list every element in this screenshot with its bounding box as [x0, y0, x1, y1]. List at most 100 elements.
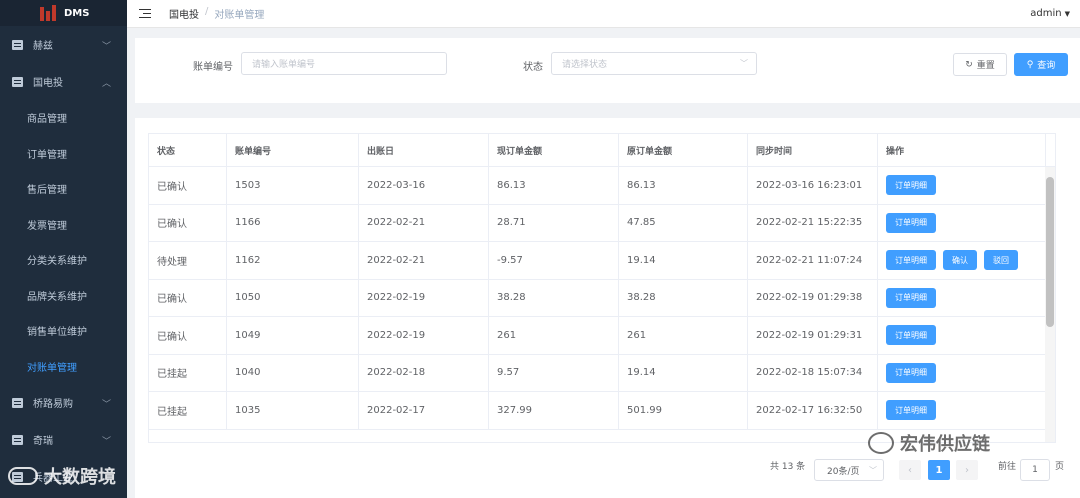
confirm-button[interactable]: 确认	[943, 250, 977, 271]
scrollbar-thumb[interactable]	[1046, 177, 1054, 327]
table-row: 已挂起 1035 2022-02-17 327.99 501.99 2022-02-17 …	[149, 392, 1055, 430]
chevron-right-icon: ›	[965, 464, 969, 476]
bill-no-input[interactable]: 请输入账单编号	[241, 52, 447, 75]
sidebar-group-qiaolu[interactable]: 桥路易购 ﹀	[0, 384, 127, 421]
actions-cell: 订单明细	[878, 392, 1046, 429]
sync-time-cell: 2022-02-18 15:07:34	[748, 354, 878, 391]
document-icon	[12, 397, 23, 408]
bill-no-cell: 1162	[227, 242, 359, 279]
brand-mark-icon	[8, 467, 38, 485]
sidebar-group-chery[interactable]: 奇瑞 ﹀	[0, 421, 127, 458]
sidebar-item-after-sales[interactable]: 售后管理	[0, 171, 127, 207]
menu-toggle-icon[interactable]	[139, 8, 151, 19]
app-logo[interactable]: DMS	[0, 0, 127, 26]
sidebar-item-products[interactable]: 商品管理	[0, 100, 127, 136]
sidebar-item-sales-units[interactable]: 销售单位维护	[0, 313, 127, 349]
status-cell: 已确认	[149, 279, 227, 316]
bill-no-placeholder: 请输入账单编号	[252, 60, 316, 70]
status-cell: 已挂起	[149, 354, 227, 391]
actions-cell: 订单明细 确认 驳回	[878, 242, 1046, 279]
breadcrumb: 国电投 / 对账单管理	[169, 6, 264, 21]
sidebar-item-orders[interactable]: 订单管理	[0, 136, 127, 172]
next-page-button[interactable]: ›	[956, 460, 978, 480]
chevron-up-icon: ︿	[101, 79, 111, 89]
table-row: 已确认 1050 2022-02-19 38.28 38.28 2022-02-19 01…	[149, 279, 1055, 317]
table-row: 待处理 1162 2022-02-21 -9.57 19.14 2022-02-21 11…	[149, 242, 1055, 280]
sync-time-cell: 2022-02-19 01:29:38	[748, 279, 878, 316]
page-number-1[interactable]: 1	[928, 460, 950, 480]
column-header: 操作	[878, 134, 1046, 166]
column-header: 现订单金额	[489, 134, 619, 166]
refresh-icon: ↻	[965, 59, 973, 70]
order-detail-button[interactable]: 订单明细	[886, 325, 936, 346]
sidebar-item-invoices[interactable]: 发票管理	[0, 207, 127, 243]
order-detail-button[interactable]: 订单明细	[886, 400, 936, 421]
current-amount-cell: 86.13	[489, 167, 619, 204]
chevron-down-icon: ﹀	[101, 400, 111, 410]
sidebar-group-hertz[interactable]: 赫兹 ﹀	[0, 26, 127, 63]
bill-date-cell: 2022-02-21	[359, 242, 489, 279]
actions-cell: 订单明细	[878, 167, 1046, 204]
sidebar-item-category-relations[interactable]: 分类关系维护	[0, 242, 127, 278]
column-header: 出账日	[359, 134, 489, 166]
table-scrollbar[interactable]	[1045, 167, 1055, 442]
goto-page-input[interactable]: 1	[1020, 459, 1050, 481]
document-icon	[12, 39, 23, 50]
query-label: 查询	[1037, 61, 1056, 71]
caret-down-icon: ▼	[1064, 10, 1070, 18]
page-size-value: 20条/页	[827, 466, 860, 477]
sidebar-group-label: 赫兹	[33, 41, 53, 52]
query-button[interactable]: ⚲ 查询	[1014, 53, 1068, 76]
sync-time-cell: 2022-02-21 11:07:24	[748, 242, 878, 279]
sidebar-item-statements[interactable]: 对账单管理	[0, 349, 127, 385]
page-size-select[interactable]: 20条/页 ﹀	[814, 459, 884, 481]
bill-no-label: 账单编号	[193, 62, 233, 73]
breadcrumb-root[interactable]: 国电投	[169, 6, 199, 21]
bill-no-cell: 1049	[227, 317, 359, 354]
bill-date-cell: 2022-02-18	[359, 354, 489, 391]
sync-time-cell: 2022-03-16 16:23:01	[748, 167, 878, 204]
table-row: 已确认 1049 2022-02-19 261 261 2022-02-19 01:29:…	[149, 317, 1055, 355]
actions-cell: 订单明细	[878, 204, 1046, 241]
top-header: 国电投 / 对账单管理 admin ▼	[127, 0, 1080, 28]
sync-time-cell: 2022-02-19 01:29:31	[748, 317, 878, 354]
statement-table: 状态 账单编号 出账日 现订单金额 原订单金额 同步时间 操作 已确认 1503 2022-03-…	[148, 133, 1056, 443]
bill-date-cell: 2022-02-21	[359, 204, 489, 241]
bill-date-cell: 2022-02-19	[359, 279, 489, 316]
original-amount-cell: 86.13	[619, 167, 748, 204]
sidebar-group-spic[interactable]: 国电投 ︿	[0, 63, 127, 100]
current-amount-cell: -9.57	[489, 242, 619, 279]
user-menu[interactable]: admin ▼	[1030, 8, 1070, 19]
order-detail-button[interactable]: 订单明细	[886, 250, 936, 271]
table-header-row: 状态 账单编号 出账日 现订单金额 原订单金额 同步时间 操作	[149, 134, 1055, 167]
original-amount-cell: 261	[619, 317, 748, 354]
table-row: 已挂起 1040 2022-02-18 9.57 19.14 2022-02-18 15:…	[149, 354, 1055, 392]
original-amount-cell: 47.85	[619, 204, 748, 241]
sidebar-group-label: 奇瑞	[33, 436, 53, 447]
breadcrumb-current: 对账单管理	[214, 10, 265, 21]
goto-label: 前往	[998, 462, 1017, 472]
order-detail-button[interactable]: 订单明细	[886, 175, 936, 196]
reset-button[interactable]: ↻ 重置	[953, 53, 1007, 76]
original-amount-cell: 38.28	[619, 279, 748, 316]
order-detail-button[interactable]: 订单明细	[886, 287, 936, 308]
status-cell: 已确认	[149, 167, 227, 204]
actions-cell: 订单明细	[878, 279, 1046, 316]
bill-date-cell: 2022-02-19	[359, 317, 489, 354]
bill-no-cell: 1040	[227, 354, 359, 391]
order-detail-button[interactable]: 订单明细	[886, 362, 936, 383]
total-count: 共 13 条	[770, 462, 806, 472]
document-icon	[12, 434, 23, 445]
prev-page-button[interactable]: ‹	[899, 460, 921, 480]
logo-text: DMS	[64, 7, 90, 19]
order-detail-button[interactable]: 订单明细	[886, 212, 936, 233]
search-icon: ⚲	[1026, 59, 1034, 70]
status-select[interactable]: 请选择状态 ﹀	[551, 52, 757, 75]
bill-date-cell: 2022-02-17	[359, 392, 489, 429]
original-amount-cell: 501.99	[619, 392, 748, 429]
sidebar-item-brand-relations[interactable]: 品牌关系维护	[0, 278, 127, 314]
status-cell: 待处理	[149, 242, 227, 279]
sidebar-group-label: 国电投	[33, 78, 63, 89]
reject-button[interactable]: 驳回	[984, 250, 1018, 271]
bill-date-cell: 2022-03-16	[359, 167, 489, 204]
